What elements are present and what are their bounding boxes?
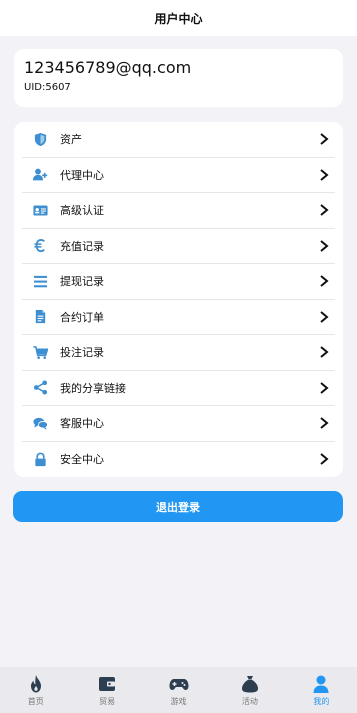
menu-label: 提现记录 [60, 275, 104, 289]
id-card-icon [32, 202, 48, 218]
menu-label: 合约订单 [60, 310, 104, 324]
shield-icon [32, 131, 48, 147]
user-card: 123456789@qq.com UID:5607 [14, 49, 343, 107]
logout-button[interactable]: 退出登录 [13, 491, 343, 522]
menu-label: 投注记录 [60, 346, 104, 360]
page-title: 用户中心 [154, 11, 203, 26]
chevron-right-icon [320, 133, 329, 146]
menu-label: 我的分享链接 [60, 381, 126, 395]
user-add-icon [32, 167, 48, 183]
tab-mine[interactable]: 我的 [286, 667, 357, 713]
menu-label: 高级认证 [60, 204, 104, 218]
document-icon [32, 309, 48, 325]
menu-label: 充值记录 [60, 239, 104, 253]
chevron-right-icon [320, 168, 329, 181]
tab-label: 贸易 [99, 696, 116, 706]
menu-list: 资产 代理中心 高级认证 充值记录 提现记录 合约订单 投注记录 我的分享链接 … [14, 122, 343, 477]
menu-label: 安全中心 [60, 453, 104, 467]
tab-trade[interactable]: 贸易 [71, 667, 142, 713]
chat-icon [32, 415, 48, 431]
menu-item-advanced-verification[interactable]: 高级认证 [22, 193, 335, 229]
menu-item-agent-center[interactable]: 代理中心 [22, 158, 335, 193]
chevron-right-icon [320, 417, 329, 430]
flame-icon [30, 674, 41, 692]
wallet-icon [99, 676, 116, 691]
person-icon [313, 675, 329, 693]
tab-home[interactable]: 首页 [0, 667, 71, 713]
list-icon [32, 273, 48, 289]
menu-label: 代理中心 [60, 168, 104, 182]
chevron-right-icon [320, 204, 329, 217]
menu-item-customer-service[interactable]: 客服中心 [22, 406, 335, 442]
tab-label: 我的 [313, 696, 330, 706]
bottom-tab-bar: 首页 贸易 游戏 活动 我的 [0, 667, 357, 713]
menu-item-my-share-link[interactable]: 我的分享链接 [22, 371, 335, 406]
menu-item-security-center[interactable]: 安全中心 [22, 442, 335, 478]
money-bag-icon [241, 675, 258, 692]
tab-label: 游戏 [170, 696, 187, 706]
tab-activities[interactable]: 活动 [214, 667, 285, 713]
menu-label: 客服中心 [60, 417, 104, 431]
chevron-right-icon [320, 381, 329, 394]
chevron-right-icon [320, 239, 329, 252]
chevron-right-icon [320, 310, 329, 323]
menu-item-deposit-records[interactable]: 充值记录 [22, 229, 335, 264]
menu-item-contract-orders[interactable]: 合约订单 [22, 300, 335, 335]
gamepad-icon [169, 678, 189, 690]
chevron-right-icon [320, 453, 329, 466]
menu-item-bet-records[interactable]: 投注记录 [22, 335, 335, 371]
share-icon [32, 380, 48, 396]
tab-label: 首页 [27, 696, 44, 706]
page-header: 用户中心 [0, 0, 357, 36]
user-email: 123456789@qq.com [24, 58, 192, 77]
menu-item-withdrawal-records[interactable]: 提现记录 [22, 264, 335, 300]
user-uid: UID:5607 [24, 82, 71, 93]
chevron-right-icon [320, 275, 329, 288]
tab-label: 活动 [241, 696, 258, 706]
chevron-right-icon [320, 346, 329, 359]
menu-item-assets[interactable]: 资产 [22, 122, 335, 158]
menu-label: 资产 [60, 133, 82, 147]
lock-icon [32, 451, 48, 467]
cart-icon [32, 344, 48, 360]
tab-games[interactable]: 游戏 [143, 667, 214, 713]
euro-icon [32, 238, 48, 254]
